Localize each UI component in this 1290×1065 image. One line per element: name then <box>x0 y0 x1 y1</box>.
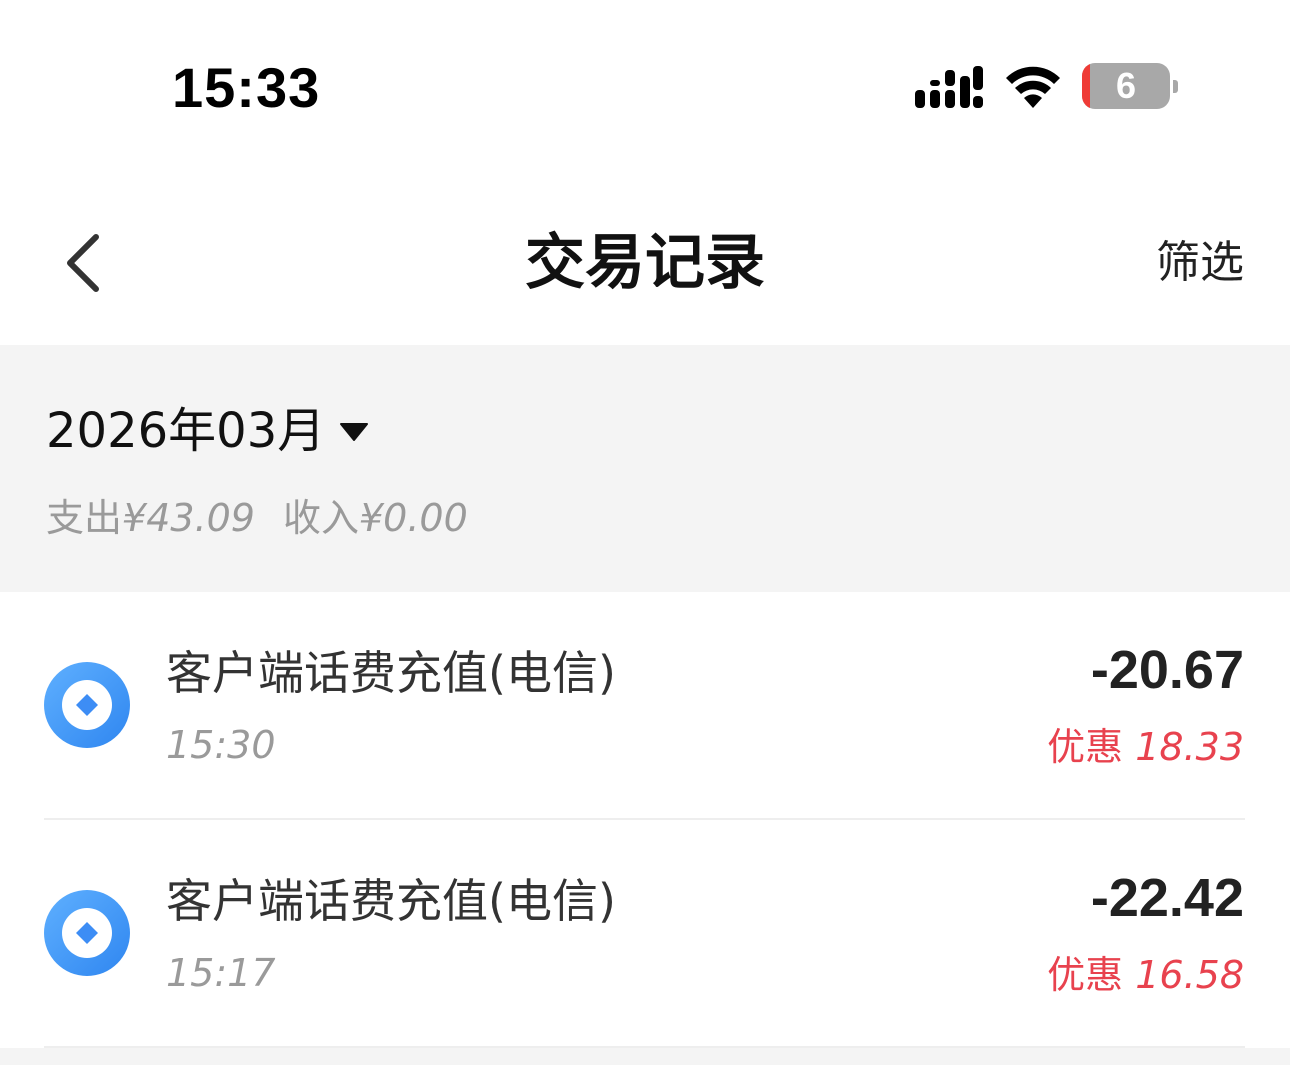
wifi-icon <box>1006 66 1060 108</box>
month-selector[interactable]: 2026年03月 <box>46 401 369 461</box>
discount-label: 优惠 <box>1047 953 1124 997</box>
expense-label: 支出 <box>46 496 123 540</box>
month-totals: 支出¥43.09 收入¥0.00 <box>46 493 468 543</box>
screen: 15:33 6 交易记录 筛选 2026年03月 支出¥43.09 收入¥0.0… <box>0 0 1290 1065</box>
transaction-discount: 优惠 18.33 <box>1047 722 1244 772</box>
payment-app-icon <box>44 890 130 976</box>
transaction-time: 15:30 <box>166 723 276 767</box>
caret-down-icon <box>340 423 369 441</box>
income-value: ¥0.00 <box>359 496 468 540</box>
discount-value: 16.58 <box>1135 953 1244 997</box>
transaction-row[interactable]: 客户端话费充值(电信) 15:30 -20.67 优惠 18.33 <box>0 592 1290 820</box>
nav-bar: 交易记录 筛选 <box>0 175 1290 345</box>
income-label: 收入 <box>282 496 359 540</box>
status-time: 15:33 <box>172 56 321 119</box>
chevron-left-icon <box>67 234 99 292</box>
transaction-title: 客户端话费充值(电信) <box>166 646 616 700</box>
transaction-amount: -22.42 <box>1090 868 1244 928</box>
transaction-row[interactable]: 客户端话费充值(电信) 15:17 -22.42 优惠 16.58 <box>0 820 1290 1048</box>
transaction-time: 15:17 <box>166 951 276 995</box>
battery-icon: 6 <box>1082 63 1180 109</box>
transaction-amount: -20.67 <box>1090 640 1244 700</box>
expense-value: ¥43.09 <box>122 496 255 540</box>
list-bottom-band <box>0 1048 1290 1065</box>
transaction-title: 客户端话费充值(电信) <box>166 874 616 928</box>
month-label: 2026年03月 <box>46 403 326 459</box>
transaction-discount: 优惠 16.58 <box>1047 950 1244 1000</box>
discount-label: 优惠 <box>1047 725 1124 769</box>
filter-button[interactable]: 筛选 <box>1156 233 1244 293</box>
status-bar: 15:33 6 <box>0 0 1290 175</box>
discount-value: 18.33 <box>1135 725 1244 769</box>
battery-percentage: 6 <box>1115 65 1137 106</box>
page-title: 交易记录 <box>525 228 765 298</box>
month-summary: 2026年03月 支出¥43.09 收入¥0.00 <box>0 345 1290 592</box>
signal-icon <box>915 66 983 108</box>
transaction-list: 客户端话费充值(电信) 15:30 -20.67 优惠 18.33 客户端话费充… <box>0 592 1290 1065</box>
back-button[interactable] <box>52 223 122 303</box>
payment-app-icon <box>44 662 130 748</box>
